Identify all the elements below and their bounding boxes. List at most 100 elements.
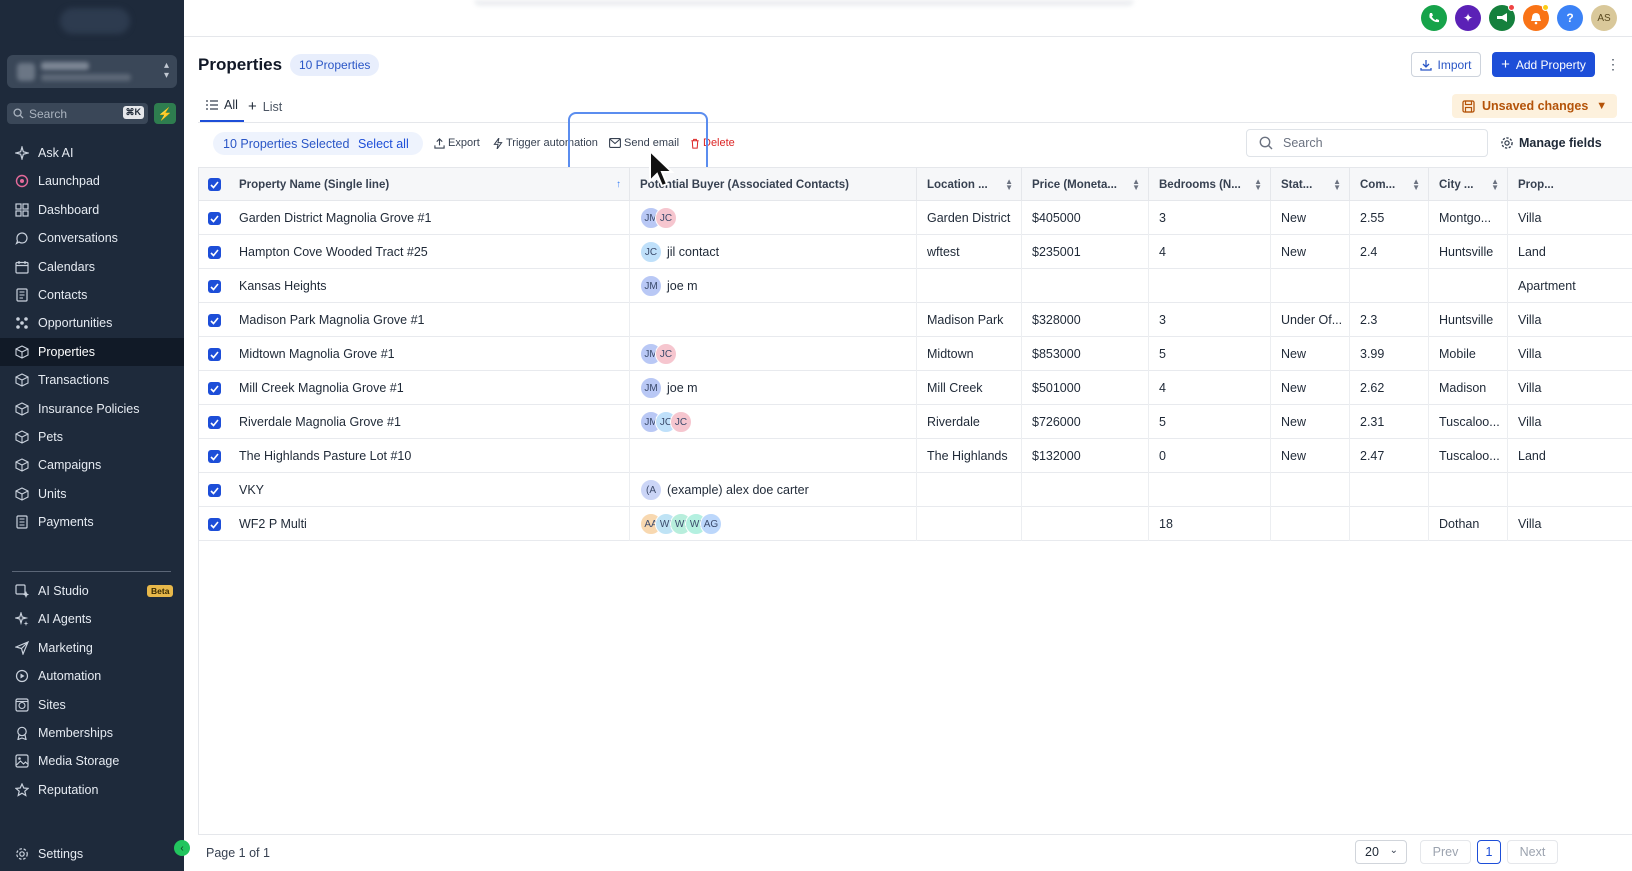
cell-city[interactable]: Madison (1428, 371, 1507, 405)
page-1-button[interactable]: 1 (1477, 840, 1501, 864)
table-row[interactable]: WF2 P Multi AA WI WI WI AG 18 Dothan Villa (199, 507, 1632, 541)
table-row[interactable]: Riverdale Magnolia Grove #1 JM JC JC Riverda… (199, 405, 1632, 439)
tab-add-list[interactable]: + List (248, 98, 282, 115)
cell-city[interactable]: Huntsville (1428, 303, 1507, 337)
sidebar-item-ai-studio[interactable]: AI Studio Beta (0, 577, 184, 605)
cell-location[interactable]: Madison Park (916, 303, 1021, 337)
sidebar-item-media-storage[interactable]: Media Storage (0, 747, 184, 775)
cell-com[interactable]: 2.47 (1349, 439, 1428, 473)
sidebar-item-ask-ai[interactable]: Ask AI (0, 139, 184, 167)
table-row[interactable]: Midtown Magnolia Grove #1 JM JC Midtown $853… (199, 337, 1632, 371)
cell-city[interactable]: Huntsville (1428, 235, 1507, 269)
cell-com[interactable]: 2.55 (1349, 201, 1428, 235)
cell-price[interactable] (1021, 269, 1148, 303)
sidebar-search[interactable]: Search ⌘K (7, 103, 148, 124)
cell-name[interactable]: Garden District Magnolia Grove #1 (229, 201, 629, 235)
help-icon[interactable]: ? (1557, 5, 1583, 31)
cell-status[interactable]: New (1270, 235, 1349, 269)
cell-price[interactable]: $501000 (1021, 371, 1148, 405)
cell-buyer[interactable]: JM joe m (629, 269, 916, 303)
cell-name[interactable]: Mill Creek Magnolia Grove #1 (229, 371, 629, 405)
add-property-button[interactable]: + Add Property (1492, 52, 1595, 77)
cell-bedrooms[interactable] (1148, 473, 1270, 507)
cell-bedrooms[interactable]: 5 (1148, 405, 1270, 439)
column-header[interactable]: Location ... ▲ ▼ (916, 168, 1021, 201)
table-row[interactable]: Hampton Cove Wooded Tract #25 JC jil conta… (199, 235, 1632, 269)
cell-city[interactable]: Tuscaloo... (1428, 405, 1507, 439)
cell-prop[interactable]: Villa (1507, 303, 1632, 337)
cell-location[interactable] (916, 269, 1021, 303)
column-header[interactable]: City ... ▲ ▼ (1428, 168, 1507, 201)
sidebar-item-insurance-policies[interactable]: Insurance Policies (0, 395, 184, 423)
bell-icon[interactable] (1523, 4, 1549, 31)
contact-avatar[interactable]: JC (640, 241, 662, 263)
cell-name[interactable]: Kansas Heights (229, 269, 629, 303)
cell-location[interactable]: The Highlands (916, 439, 1021, 473)
row-checkbox[interactable] (208, 212, 221, 225)
cell-bedrooms[interactable]: 5 (1148, 337, 1270, 371)
more-options-icon[interactable]: ⋮ (1606, 56, 1620, 73)
unsaved-changes-dropdown[interactable]: Unsaved changes ▼ (1452, 94, 1617, 118)
cell-location[interactable] (916, 507, 1021, 541)
cell-status[interactable] (1270, 473, 1349, 507)
table-search-input[interactable]: Search (1246, 129, 1488, 157)
sort-icon[interactable]: ▲ ▼ (1254, 177, 1262, 191)
cell-buyer[interactable]: JC jil contact (629, 235, 916, 269)
table-row[interactable]: The Highlands Pasture Lot #10 The Highlan… (199, 439, 1632, 473)
table-row[interactable]: VKY (A (example) alex doe carter (199, 473, 1632, 507)
sidebar-item-transactions[interactable]: Transactions (0, 366, 184, 394)
cell-com[interactable] (1349, 507, 1428, 541)
cell-price[interactable]: $235001 (1021, 235, 1148, 269)
cell-com[interactable]: 2.62 (1349, 371, 1428, 405)
table-row[interactable]: Garden District Magnolia Grove #1 JM JC Gar… (199, 201, 1632, 235)
cell-city[interactable]: Montgo... (1428, 201, 1507, 235)
sidebar-item-calendars[interactable]: Calendars (0, 253, 184, 281)
column-header[interactable]: Bedrooms (N... ▲ ▼ (1148, 168, 1270, 201)
cell-buyer[interactable]: JM joe m (629, 371, 916, 405)
cell-com[interactable]: 2.3 (1349, 303, 1428, 337)
export-button[interactable]: Export (434, 137, 480, 149)
sidebar-item-dashboard[interactable]: Dashboard (0, 196, 184, 224)
row-checkbox[interactable] (208, 416, 221, 429)
cell-com[interactable]: 2.4 (1349, 235, 1428, 269)
contact-avatar[interactable]: JC (655, 343, 677, 365)
sort-icon[interactable]: ▲ ▼ (1132, 177, 1140, 191)
cell-prop[interactable]: Land (1507, 235, 1632, 269)
per-page-select[interactable]: 20 ⌄ (1355, 840, 1407, 864)
column-header[interactable]: Com... ▲ ▼ (1349, 168, 1428, 201)
cell-location[interactable]: Midtown (916, 337, 1021, 371)
cell-name[interactable]: Midtown Magnolia Grove #1 (229, 337, 629, 371)
tab-all[interactable]: All (206, 98, 238, 112)
cell-price[interactable] (1021, 473, 1148, 507)
cell-buyer[interactable]: JM JC (629, 201, 916, 235)
column-header[interactable]: Property Name (Single line) ↑ (229, 168, 629, 201)
cell-location[interactable]: wftest (916, 235, 1021, 269)
sidebar-item-marketing[interactable]: Marketing (0, 634, 184, 662)
account-switcher[interactable]: ▴ ▾ (7, 55, 177, 88)
row-checkbox[interactable] (208, 450, 221, 463)
sidebar-item-launchpad[interactable]: Launchpad (0, 167, 184, 195)
sidebar-item-sites[interactable]: Sites (0, 691, 184, 719)
cell-status[interactable]: New (1270, 371, 1349, 405)
cell-city[interactable] (1428, 473, 1507, 507)
sort-icon[interactable]: ▲ ▼ (1333, 177, 1341, 191)
cell-bedrooms[interactable]: 4 (1148, 235, 1270, 269)
cell-price[interactable]: $328000 (1021, 303, 1148, 337)
column-header[interactable]: Stat... ▲ ▼ (1270, 168, 1349, 201)
ai-sparkle-icon[interactable]: ✦ (1455, 5, 1481, 31)
contact-avatar[interactable]: AG (700, 513, 722, 535)
sidebar-item-reputation[interactable]: Reputation (0, 776, 184, 804)
cell-bedrooms[interactable]: 3 (1148, 303, 1270, 337)
cell-buyer[interactable] (629, 303, 916, 337)
sort-icon[interactable]: ▲ ▼ (1005, 177, 1013, 191)
contact-avatar[interactable]: JC (670, 411, 692, 433)
cell-com[interactable]: 3.99 (1349, 337, 1428, 371)
cell-bedrooms[interactable]: 3 (1148, 201, 1270, 235)
user-avatar[interactable]: AS (1591, 5, 1617, 31)
cell-price[interactable]: $726000 (1021, 405, 1148, 439)
sidebar-item-ai-agents[interactable]: AI Agents (0, 605, 184, 633)
sidebar-item-memberships[interactable]: Memberships (0, 719, 184, 747)
sidebar-item-contacts[interactable]: Contacts (0, 281, 184, 309)
cell-price[interactable]: $132000 (1021, 439, 1148, 473)
cell-prop[interactable]: Villa (1507, 507, 1632, 541)
